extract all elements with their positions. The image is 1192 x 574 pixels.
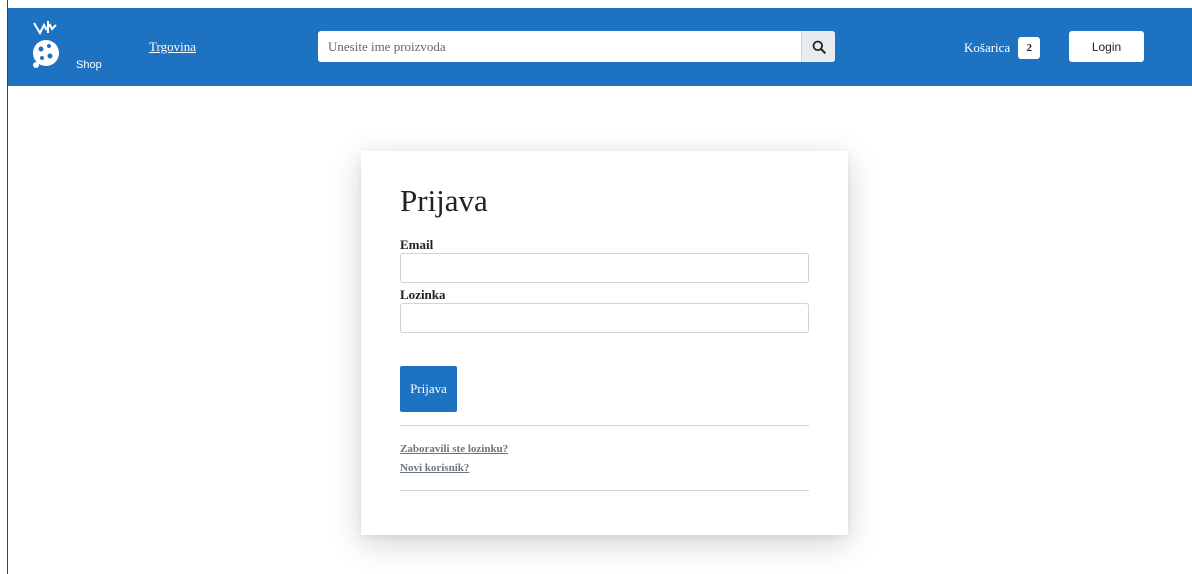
login-button[interactable]: Login <box>1069 31 1144 62</box>
email-label: Email <box>400 237 434 252</box>
forgot-password-link[interactable]: Zaboravili ste lozinku? <box>400 443 508 455</box>
search-button[interactable] <box>801 31 835 62</box>
top-navbar: Shop Trgovina Košarica 2 Login <box>8 8 1192 86</box>
page-title: Prijava <box>400 183 488 218</box>
nav-link-shop[interactable]: Trgovina <box>149 39 196 55</box>
login-submit-button[interactable]: Prijava <box>400 366 457 412</box>
cart-count-badge: 2 <box>1018 37 1041 59</box>
register-link[interactable]: Novi korisnik? <box>400 462 469 474</box>
cart-label: Košarica <box>964 40 1011 55</box>
site-logo[interactable]: Shop <box>28 19 102 75</box>
divider-top <box>400 425 809 426</box>
cart-link[interactable]: Košarica 2 <box>964 37 1041 59</box>
divider-bottom <box>400 490 809 491</box>
password-field[interactable] <box>400 303 809 333</box>
search-input[interactable] <box>318 31 802 62</box>
email-field[interactable] <box>400 253 809 283</box>
password-label: Lozinka <box>400 287 446 302</box>
login-card: Prijava Email Lozinka Prijava Zaboravili… <box>361 151 848 535</box>
search-bar <box>318 31 835 62</box>
logo-text: Shop <box>76 59 102 71</box>
search-icon <box>812 40 826 54</box>
page-border <box>7 0 8 574</box>
